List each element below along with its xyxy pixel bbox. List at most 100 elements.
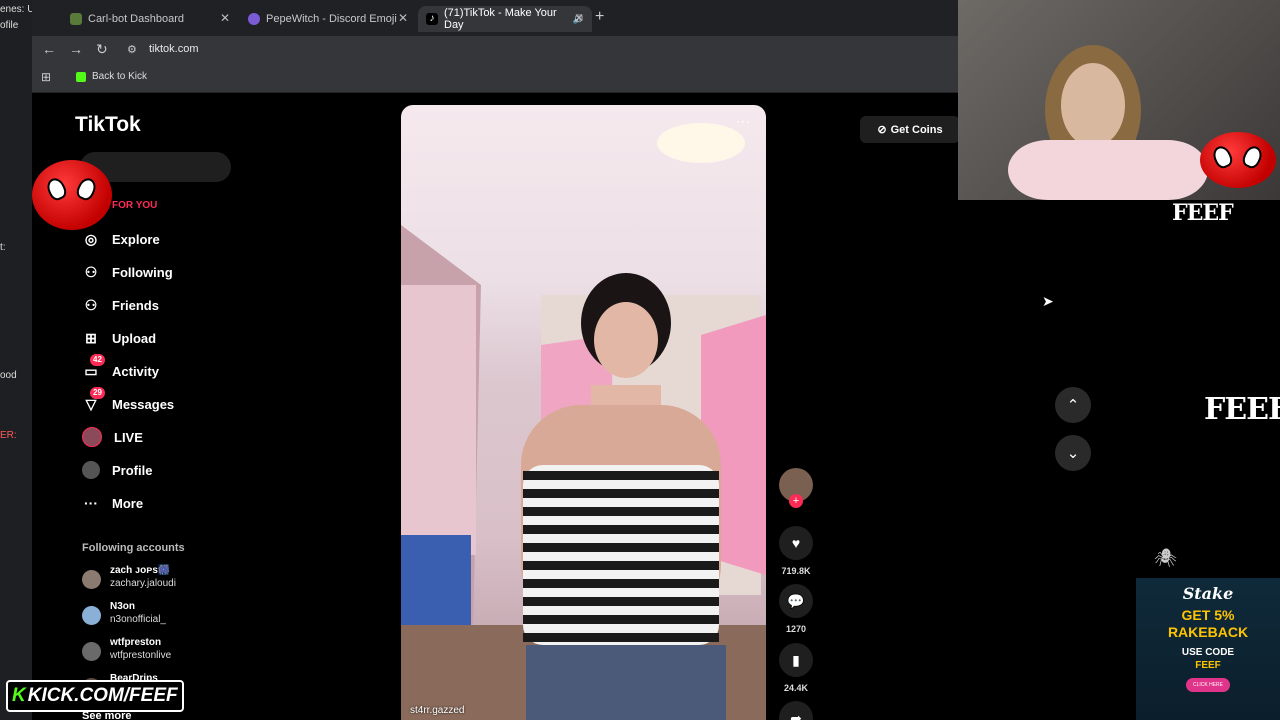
- nav-live[interactable]: LIVE: [82, 424, 143, 450]
- stake-offer-line2: RAKEBACK: [1167, 624, 1249, 640]
- tiktok-icon: ♪: [426, 13, 438, 25]
- tab-carlbot[interactable]: Carl-bot Dashboard ✕: [62, 6, 238, 32]
- account-handle: wtfprestonlive: [110, 650, 172, 661]
- chevron-up-icon: ⌃: [1066, 397, 1080, 414]
- striped-top: [523, 465, 719, 645]
- nav-profile[interactable]: Profile: [82, 457, 152, 483]
- save-count: 24.4K: [783, 683, 809, 693]
- person-face: [594, 302, 658, 378]
- spider-mask-icon: [32, 160, 112, 230]
- heart-icon: ♥: [779, 526, 813, 560]
- nav-for-you[interactable]: FOR YOU: [112, 200, 157, 211]
- activity-icon: ▭ 42: [82, 354, 105, 380]
- save-button[interactable]: ▮ 24.4K: [778, 643, 814, 693]
- following-accounts-heading: Following accounts: [82, 542, 185, 554]
- nav-more[interactable]: ··· More: [82, 490, 143, 516]
- tab-title: Carl-bot Dashboard: [88, 13, 184, 25]
- avatar: [82, 642, 101, 661]
- account-handle: n3onofficial_: [110, 614, 166, 625]
- stake-code-label: USE CODE: [1181, 647, 1235, 658]
- feef-logo: FEEF: [1172, 200, 1234, 226]
- live-icon: [82, 427, 102, 447]
- video-player[interactable]: ⋯ st4rr.gazzed: [401, 105, 766, 720]
- address-bar: ← → ↻ ⚙ tiktok.com: [32, 36, 958, 64]
- tab-pepewitch[interactable]: PepeWitch - Discord Emoji ✕: [240, 6, 416, 32]
- bookmark-back-to-kick[interactable]: Back to Kick: [76, 71, 147, 82]
- spider-icon: 🕷: [1154, 548, 1177, 568]
- get-coins-button[interactable]: ⊘ Get Coins: [860, 116, 958, 143]
- url-field[interactable]: tiktok.com: [149, 43, 199, 55]
- site-settings-icon[interactable]: ⚙: [127, 43, 137, 56]
- nav-label: Profile: [112, 462, 153, 478]
- next-video-button[interactable]: ⌄: [1055, 435, 1091, 471]
- apps-grid-icon[interactable]: ⊞: [41, 70, 51, 84]
- messages-badge: 29: [90, 387, 105, 399]
- messages-icon: ▽ 29: [82, 387, 105, 413]
- forward-icon[interactable]: →: [69, 41, 83, 57]
- like-button[interactable]: ♥ 719.8K: [778, 526, 814, 576]
- explore-icon: ◎: [84, 230, 98, 247]
- kick-icon: [76, 71, 86, 82]
- creator-avatar-button[interactable]: +: [778, 468, 814, 508]
- strip-text: ofile: [0, 20, 19, 31]
- nav-messages[interactable]: ▽ 29 Messages: [82, 387, 175, 417]
- previous-video-button[interactable]: ⌃: [1055, 387, 1091, 423]
- video-more-icon[interactable]: ⋯: [736, 113, 750, 130]
- nav-upload[interactable]: ⊞ Upload: [82, 325, 156, 351]
- video-frame: [401, 123, 766, 720]
- nav-following[interactable]: ⚇ Following: [82, 259, 173, 285]
- reload-icon[interactable]: ↻: [96, 41, 108, 58]
- tab-title: (71)TikTok - Make Your Day: [444, 7, 557, 31]
- strip-text: ER:: [0, 430, 17, 441]
- tiktok-logo[interactable]: TikTok: [75, 113, 141, 137]
- coin-icon: ⊘: [877, 124, 887, 136]
- nav-label: Upload: [112, 330, 157, 346]
- browser-window: Carl-bot Dashboard ✕ PepeWitch - Discord…: [32, 0, 958, 720]
- discord-side-strip: enes: U ofile t: ood ER:: [0, 0, 32, 720]
- account-name: wtfpreston: [110, 637, 162, 648]
- tab-tiktok[interactable]: ♪ (71)TikTok - Make Your Day 🔊 ✕: [418, 6, 592, 32]
- friends-icon: ⚇: [84, 296, 98, 313]
- account-name: zach ᴊᴏᴘs🎆: [110, 565, 171, 576]
- tab-title: PepeWitch - Discord Emoji: [266, 13, 397, 25]
- avatar: [82, 606, 101, 625]
- tab-bar: Carl-bot Dashboard ✕ PepeWitch - Discord…: [32, 0, 958, 36]
- strip-text: enes: U: [0, 4, 32, 15]
- feef-logo: FEEF: [1204, 392, 1280, 427]
- nav-label: Explore: [112, 231, 160, 247]
- stake-logo: Stake: [1182, 584, 1234, 603]
- close-tab-icon[interactable]: ✕: [398, 11, 408, 25]
- discord-emoji-icon: [248, 13, 260, 25]
- close-tab-icon[interactable]: ✕: [574, 11, 584, 25]
- comment-icon: 💬: [779, 584, 813, 618]
- nav-explore[interactable]: ◎ Explore: [82, 226, 160, 252]
- account-name: N3on: [110, 601, 135, 612]
- comment-button[interactable]: 💬 1270: [778, 584, 814, 634]
- carlbot-icon: [70, 13, 82, 25]
- stake-click-button: CLICK HERE: [1186, 678, 1230, 692]
- nav-friends[interactable]: ⚇ Friends: [82, 292, 159, 318]
- nav-label: Friends: [112, 297, 159, 313]
- share-icon: ➦: [779, 701, 813, 720]
- avatar: [82, 570, 101, 589]
- strip-text: t:: [0, 242, 6, 253]
- jeans: [526, 645, 726, 720]
- ceiling-light: [657, 123, 745, 163]
- new-tab-icon[interactable]: +: [595, 8, 604, 26]
- nav-label: More: [112, 495, 144, 511]
- streamer-shirt: [1008, 140, 1208, 200]
- bookmark-icon: ▮: [779, 643, 813, 677]
- nav-activity[interactable]: ▭ 42 Activity: [82, 354, 159, 384]
- close-tab-icon[interactable]: ✕: [220, 11, 230, 25]
- kick-url-banner: K KICK.COM/FEEF: [6, 680, 184, 712]
- bookmark-label: Back to Kick: [92, 71, 148, 82]
- back-icon[interactable]: ←: [42, 41, 56, 57]
- nav-label: Messages: [112, 396, 175, 412]
- follow-plus-icon[interactable]: +: [789, 494, 803, 508]
- strip-text: ood: [0, 370, 17, 381]
- share-button[interactable]: ➦: [778, 701, 814, 720]
- kick-k-icon: K: [12, 685, 26, 706]
- stake-ad: Stake GET 5% RAKEBACK USE CODE FEEF CLIC…: [1136, 578, 1280, 720]
- activity-badge: 42: [90, 354, 105, 366]
- video-author[interactable]: st4rr.gazzed: [410, 705, 464, 716]
